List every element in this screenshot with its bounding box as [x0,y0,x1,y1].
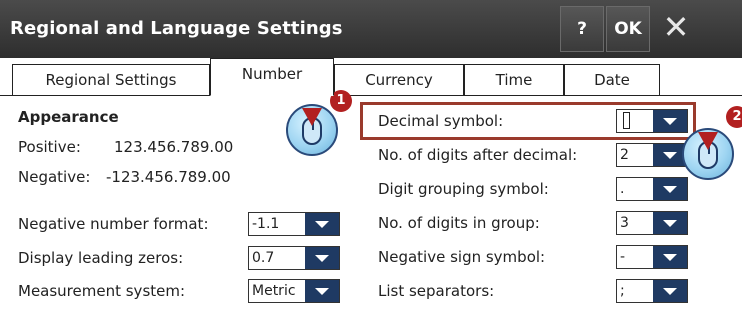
dropdown-value: - [620,249,626,265]
chevron-down-icon[interactable] [653,280,687,302]
negative-sign-symbol-dropdown[interactable]: - [616,245,688,269]
dropdown-value: -1.1 [252,216,280,232]
chevron-down-icon[interactable] [653,110,687,132]
list-separators-dropdown[interactable]: ; [616,279,688,303]
chevron-down-icon[interactable] [305,247,339,269]
tab-underline [0,95,742,96]
appearance-heading: Appearance [18,108,119,126]
tab-number[interactable]: Number [210,58,334,96]
tab-time[interactable]: Time [464,64,564,96]
dropdown-value: 3 [620,215,629,231]
digits-in-group-label: No. of digits in group: [378,214,540,232]
measurement-system-label: Measurement system: [18,282,186,300]
dropdown-value: 2 [620,147,629,163]
dropdown-value: Metric [252,283,296,299]
chevron-down-icon[interactable] [653,246,687,268]
chevron-down-icon[interactable] [653,178,687,200]
text-cursor [623,112,630,129]
negative-value: -123.456.789.00 [106,168,231,186]
measurement-system-dropdown[interactable]: Metric [248,279,340,303]
display-leading-zeros-dropdown[interactable]: 0.7 [248,246,340,270]
decimal-symbol-label: Decimal symbol: [378,112,504,130]
digits-after-decimal-dropdown[interactable]: 2 [616,143,688,167]
tab-date[interactable]: Date [564,64,660,96]
help-button[interactable]: ? [560,6,604,52]
dropdown-value: ; [620,283,625,299]
negative-sign-symbol-label: Negative sign symbol: [378,248,546,266]
display-leading-zeros-label: Display leading zeros: [18,249,184,267]
negative-label: Negative: [18,168,91,186]
tab-strip: Regional Settings Number Currency Time D… [0,58,742,96]
step-badge-2: 2 [726,106,742,128]
digit-grouping-symbol-dropdown[interactable]: . [616,177,688,201]
negative-number-format-dropdown[interactable]: -1.1 [248,212,340,236]
pointer-arrow-icon [698,132,718,150]
negative-number-format-label: Negative number format: [18,215,209,233]
digit-grouping-symbol-label: Digit grouping symbol: [378,180,549,198]
digits-after-decimal-label: No. of digits after decimal: [378,146,578,164]
chevron-down-icon[interactable] [305,280,339,302]
dropdown-value: 0.7 [252,250,275,266]
dropdown-value: . [620,181,625,197]
pointer-arrow-icon [302,108,322,126]
positive-label: Positive: [18,138,81,156]
ok-button[interactable]: OK [606,6,650,52]
chevron-down-icon[interactable] [653,212,687,234]
digits-in-group-dropdown[interactable]: 3 [616,211,688,235]
tab-currency[interactable]: Currency [334,64,464,96]
window-title: Regional and Language Settings [10,18,343,39]
list-separators-label: List separators: [378,282,495,300]
close-icon[interactable]: ✕ [652,6,700,52]
positive-value: 123.456.789.00 [114,138,234,156]
title-bar: Regional and Language Settings ? OK ✕ [0,0,742,58]
chevron-down-icon[interactable] [305,213,339,235]
tab-regional-settings[interactable]: Regional Settings [12,64,210,96]
